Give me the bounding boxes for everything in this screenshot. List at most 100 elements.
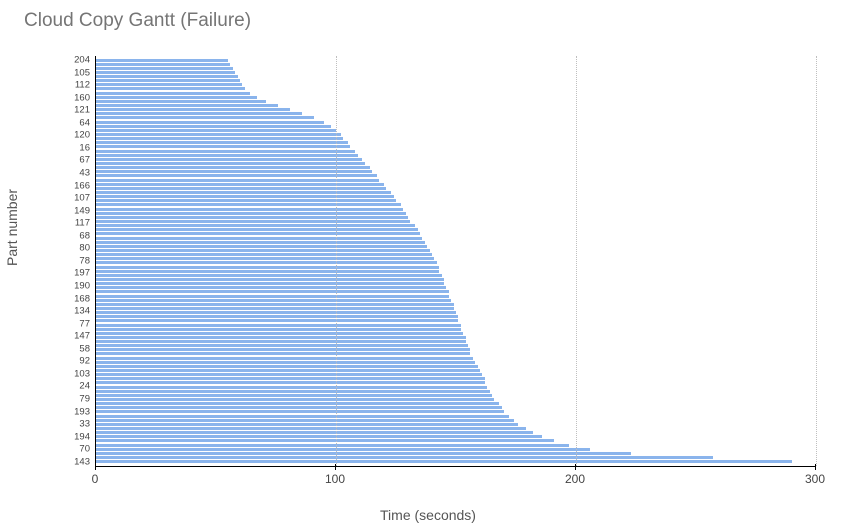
bar [96, 340, 466, 343]
bar [96, 92, 250, 95]
y-tick-label: 166 [74, 181, 96, 190]
bar [96, 415, 509, 418]
y-tick-label: 168 [74, 294, 96, 303]
y-tick-label: 194 [74, 432, 96, 441]
bar [96, 116, 314, 119]
bar [96, 121, 324, 124]
bar [96, 75, 238, 78]
bar [96, 87, 245, 90]
bar [96, 435, 542, 438]
bar [96, 166, 370, 169]
bar [96, 361, 475, 364]
bar [96, 398, 494, 401]
bar [96, 79, 240, 82]
bar [96, 303, 454, 306]
y-tick-label: 204 [74, 56, 96, 65]
bar [96, 158, 362, 161]
bar [96, 444, 569, 447]
bar [96, 96, 257, 99]
y-tick-label: 103 [74, 369, 96, 378]
bar [96, 311, 456, 314]
x-tick-row: 0100200300 [95, 470, 815, 492]
y-tick-label: 24 [79, 382, 96, 391]
y-tick-label: 149 [74, 206, 96, 215]
bar [96, 129, 336, 132]
y-tick-label: 64 [79, 118, 96, 127]
y-tick-label: 160 [74, 93, 96, 102]
bar [96, 245, 427, 248]
bar [96, 278, 444, 281]
bar [96, 390, 490, 393]
x-axis-label: Time (seconds) [0, 507, 856, 523]
bar [96, 373, 482, 376]
bar [96, 394, 492, 397]
bar [96, 357, 473, 360]
bar [96, 241, 425, 244]
bar [96, 112, 302, 115]
bar [96, 154, 358, 157]
bars-container [96, 58, 816, 464]
bar [96, 460, 792, 463]
bar [96, 369, 480, 372]
x-tick-label: 0 [92, 472, 99, 486]
bar [96, 162, 365, 165]
gridline [576, 56, 577, 466]
bar [96, 108, 290, 111]
bar [96, 141, 348, 144]
bar [96, 208, 403, 211]
y-tick-label: 112 [75, 81, 96, 90]
bar [96, 377, 485, 380]
bar [96, 249, 430, 252]
bar [96, 419, 514, 422]
bar [96, 59, 228, 62]
bar [96, 170, 372, 173]
bar [96, 216, 408, 219]
bar [96, 183, 384, 186]
bar [96, 299, 451, 302]
bar [96, 253, 432, 256]
y-tick-label: 193 [74, 407, 96, 416]
chart-title: Cloud Copy Gantt (Failure) [24, 10, 251, 32]
y-tick-label: 80 [79, 244, 96, 253]
bar [96, 410, 504, 413]
bar [96, 402, 499, 405]
bar [96, 71, 235, 74]
gridline [336, 56, 337, 466]
bar [96, 224, 415, 227]
bar [96, 212, 406, 215]
bar [96, 332, 463, 335]
bar [96, 423, 518, 426]
y-axis-label: Part number [4, 188, 20, 265]
bar [96, 137, 343, 140]
bar [96, 282, 444, 285]
y-tick-label: 16 [79, 143, 96, 152]
bar [96, 187, 386, 190]
bar [96, 439, 554, 442]
y-tick-label: 43 [79, 169, 96, 178]
bar [96, 150, 355, 153]
bar [96, 199, 396, 202]
bar [96, 336, 466, 339]
x-tick-label: 200 [565, 472, 585, 486]
bar [96, 427, 526, 430]
bar [96, 195, 394, 198]
bar [96, 344, 468, 347]
bar-row [96, 460, 816, 464]
x-tick-label: 100 [325, 472, 345, 486]
y-tick-label: 70 [79, 445, 96, 454]
x-tick-label: 300 [805, 472, 825, 486]
y-tick-label: 120 [74, 131, 96, 140]
y-tick-label: 134 [74, 307, 96, 316]
bar [96, 319, 458, 322]
x-tick-mark [575, 464, 576, 470]
bar [96, 261, 437, 264]
y-tick-label: 190 [74, 282, 96, 291]
bar [96, 266, 439, 269]
bar [96, 63, 230, 66]
gridline [816, 56, 817, 466]
bar [96, 191, 391, 194]
bar [96, 406, 502, 409]
bar [96, 324, 461, 327]
y-tick-label: 121 [74, 106, 96, 115]
y-tick-label: 68 [79, 231, 96, 240]
